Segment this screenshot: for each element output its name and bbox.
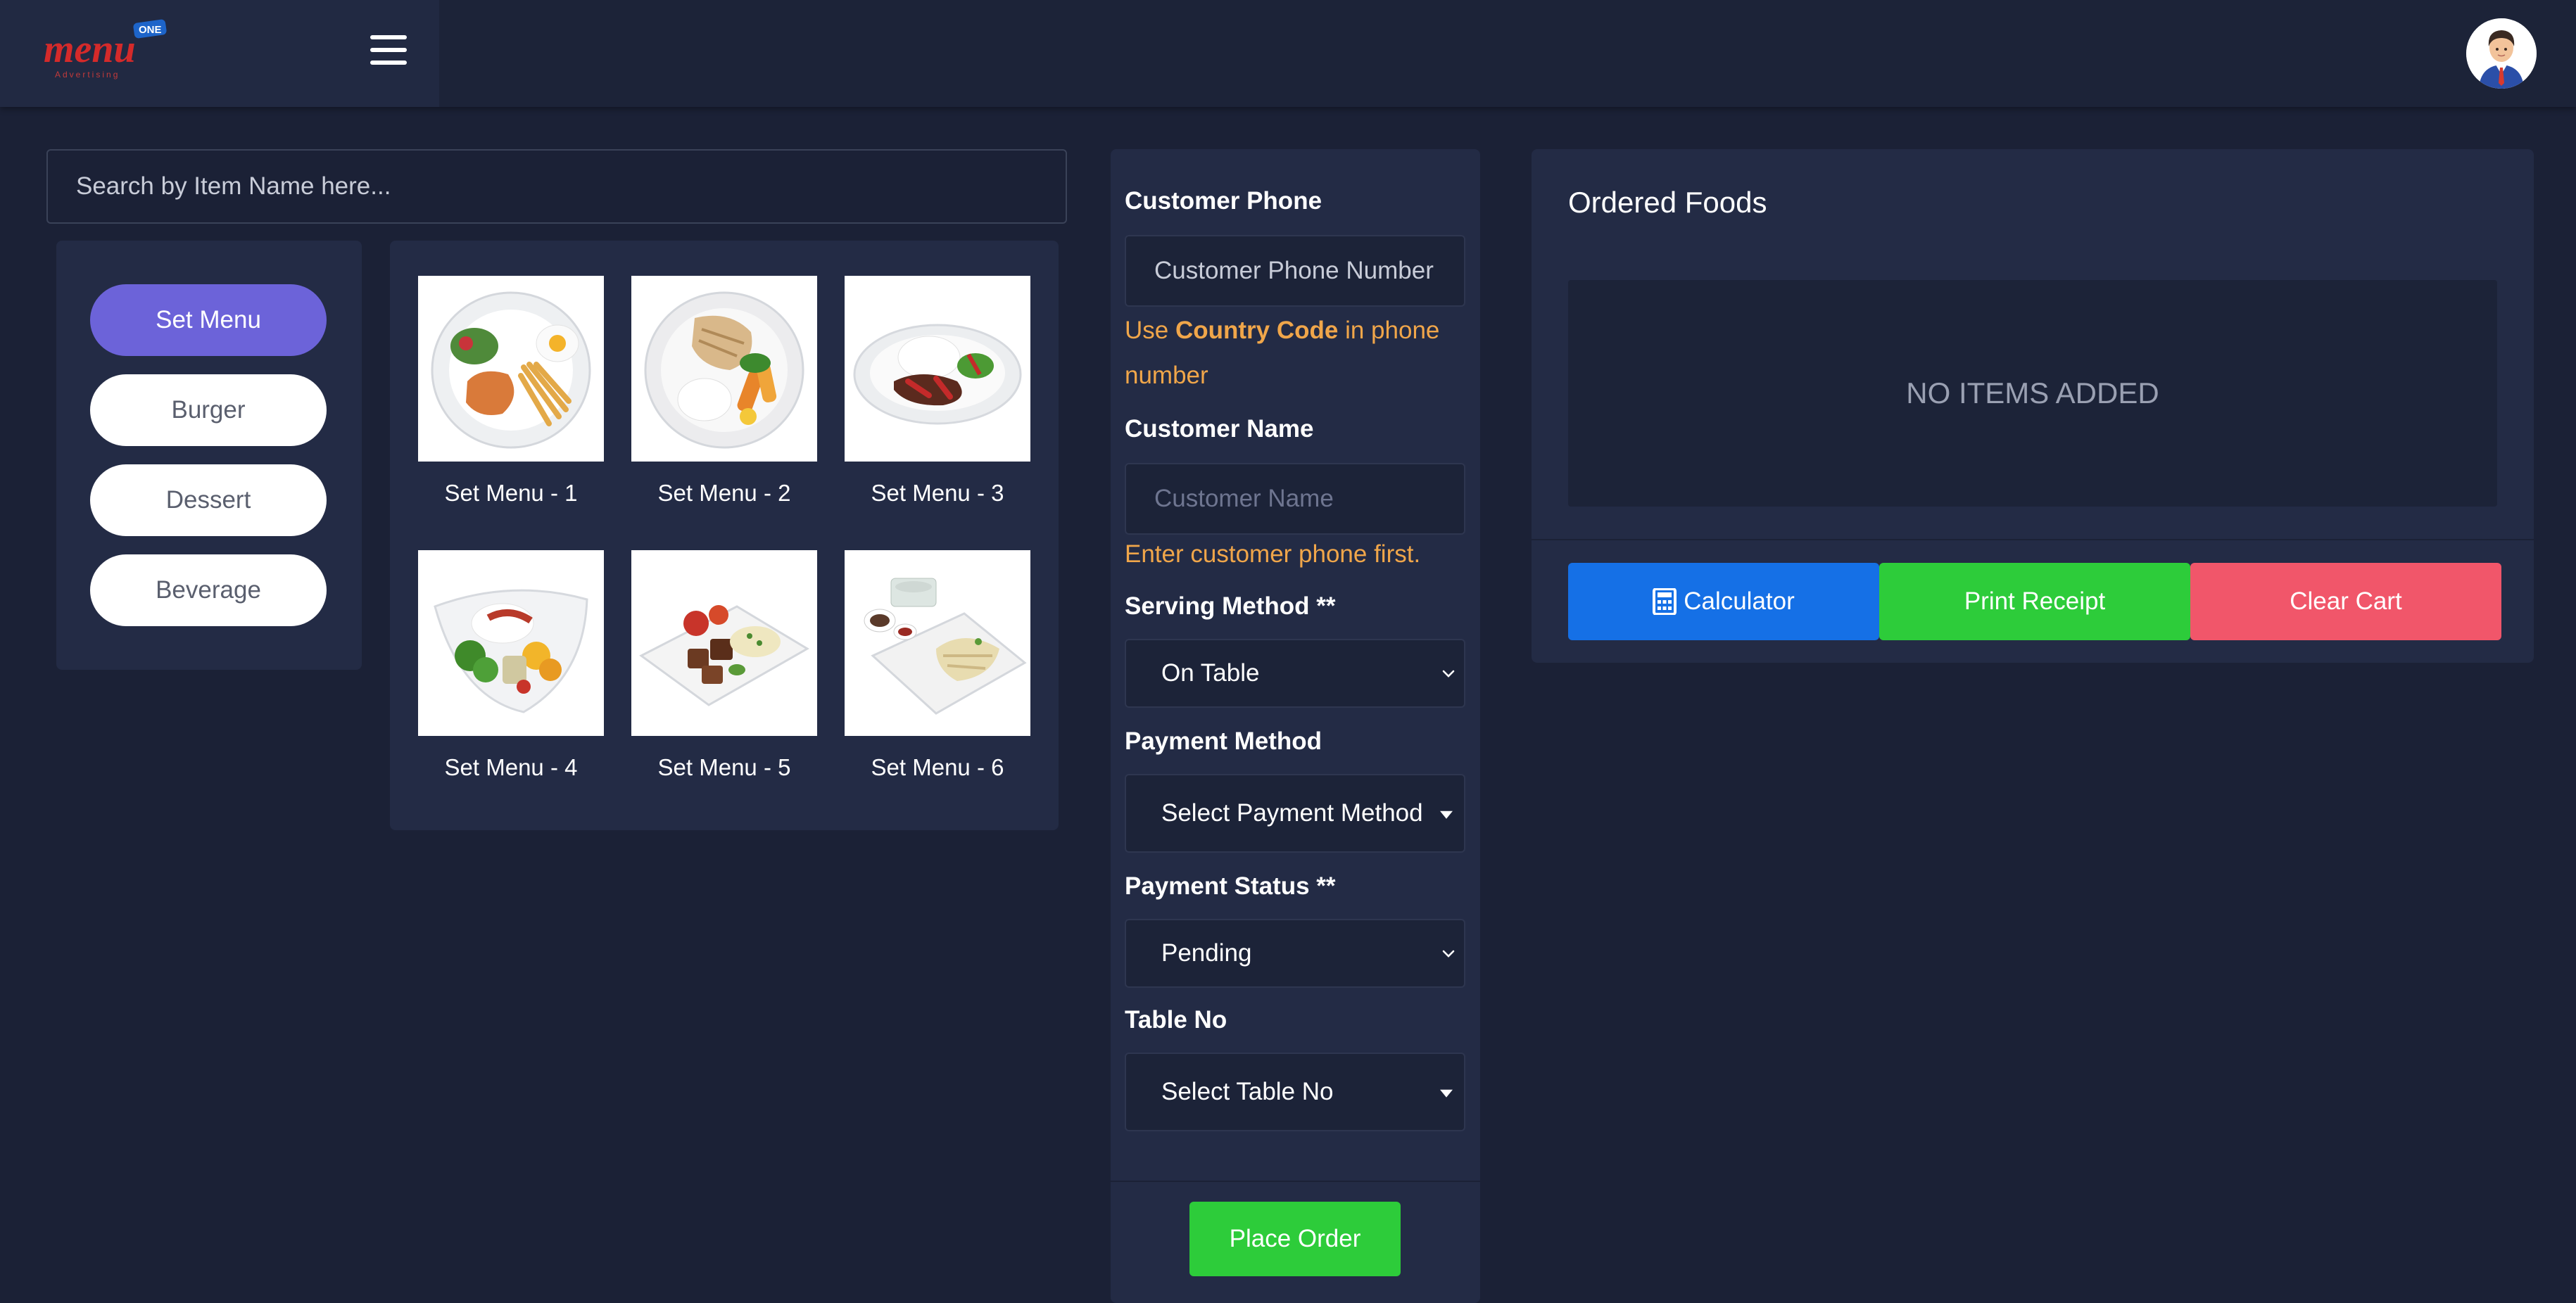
payment-method-label: Payment Method bbox=[1125, 727, 1322, 755]
ordered-foods-title: Ordered Foods bbox=[1568, 186, 1767, 219]
menu-items-panel: Set Menu - 1 Set Menu - 2 Set Menu - 3 S… bbox=[390, 241, 1059, 830]
calculator-label: Calculator bbox=[1684, 587, 1795, 615]
customer-name-input[interactable] bbox=[1125, 463, 1465, 535]
menu-item-card[interactable]: Set Menu - 6 bbox=[845, 550, 1030, 781]
customer-phone-label: Customer Phone bbox=[1125, 187, 1322, 215]
payment-method-value: Select Payment Method bbox=[1161, 799, 1423, 827]
menu-item-card[interactable]: Set Menu - 2 bbox=[631, 276, 817, 507]
category-panel: Set Menu Burger Dessert Beverage bbox=[56, 241, 362, 670]
chevron-down-icon bbox=[1442, 950, 1455, 958]
top-navbar: ONE menu Advertising bbox=[0, 0, 2576, 107]
payment-method-select[interactable]: Select Payment Method bbox=[1125, 774, 1465, 853]
clear-cart-button[interactable]: Clear Cart bbox=[2190, 563, 2501, 640]
serving-method-label: Serving Method ** bbox=[1125, 592, 1336, 620]
menu-item-card[interactable]: Set Menu - 4 bbox=[418, 550, 604, 781]
serving-method-select[interactable]: On Table bbox=[1125, 639, 1465, 708]
calculator-button[interactable]: Calculator bbox=[1568, 563, 1879, 640]
table-no-value: Select Table No bbox=[1161, 1078, 1334, 1105]
brand-logo[interactable]: ONE menu Advertising bbox=[41, 18, 182, 82]
brand-area: ONE menu Advertising bbox=[0, 0, 439, 107]
menu-item-image bbox=[845, 550, 1030, 736]
menu-item-image bbox=[631, 276, 817, 462]
place-order-button[interactable]: Place Order bbox=[1189, 1202, 1401, 1276]
svg-text:ONE: ONE bbox=[139, 24, 162, 36]
menu-item-label: Set Menu - 4 bbox=[444, 754, 578, 780]
item-search-input[interactable] bbox=[46, 149, 1067, 224]
category-burger-button[interactable]: Burger bbox=[90, 374, 327, 446]
category-beverage-button[interactable]: Beverage bbox=[90, 554, 327, 626]
category-dessert-button[interactable]: Dessert bbox=[90, 464, 327, 536]
customer-phone-input[interactable] bbox=[1125, 235, 1465, 307]
customer-name-label: Customer Name bbox=[1125, 415, 1314, 443]
menu-item-card[interactable]: Set Menu - 1 bbox=[418, 276, 604, 507]
svg-text:menu: menu bbox=[44, 27, 136, 71]
menu-toggle-icon[interactable] bbox=[370, 35, 407, 65]
table-no-select[interactable]: Select Table No bbox=[1125, 1053, 1465, 1131]
svg-text:Advertising: Advertising bbox=[55, 70, 120, 80]
user-avatar-icon bbox=[2466, 18, 2537, 89]
customer-order-form: Customer Phone Use Country Code in phone… bbox=[1111, 149, 1480, 1303]
menu-item-image bbox=[845, 276, 1030, 462]
cart-empty-state: NO ITEMS ADDED bbox=[1568, 280, 2497, 507]
payment-status-select[interactable]: Pending bbox=[1125, 919, 1465, 988]
menu-item-image bbox=[418, 550, 604, 736]
caret-down-icon bbox=[1440, 1089, 1453, 1098]
menu-item-label: Set Menu - 5 bbox=[657, 754, 791, 780]
menu-item-card[interactable]: Set Menu - 5 bbox=[631, 550, 817, 781]
chevron-down-icon bbox=[1442, 670, 1455, 678]
category-set-menu-button[interactable]: Set Menu bbox=[90, 284, 327, 356]
table-no-label: Table No bbox=[1125, 1006, 1227, 1034]
caret-down-icon bbox=[1440, 811, 1453, 819]
payment-status-value: Pending bbox=[1161, 939, 1252, 967]
menu-item-label: Set Menu - 1 bbox=[444, 480, 578, 506]
menu-item-label: Set Menu - 3 bbox=[871, 480, 1004, 506]
menu-item-card[interactable]: Set Menu - 3 bbox=[845, 276, 1030, 507]
menu-item-label: Set Menu - 2 bbox=[657, 480, 791, 506]
menu-item-image bbox=[418, 276, 604, 462]
user-avatar[interactable] bbox=[2466, 18, 2537, 89]
payment-status-label: Payment Status ** bbox=[1125, 872, 1336, 900]
menu-item-image bbox=[631, 550, 817, 736]
serving-method-value: On Table bbox=[1161, 659, 1260, 687]
menu-item-label: Set Menu - 6 bbox=[871, 754, 1004, 780]
ordered-foods-panel: Ordered Foods NO ITEMS ADDED Calculator … bbox=[1532, 149, 2534, 663]
print-receipt-button[interactable]: Print Receipt bbox=[1879, 563, 2190, 640]
calculator-icon bbox=[1653, 588, 1677, 615]
order-divider bbox=[1532, 539, 2534, 540]
phone-hint-text: Use Country Code in phone number bbox=[1125, 317, 1440, 389]
empty-cart-text: NO ITEMS ADDED bbox=[1906, 376, 2159, 409]
name-hint-text: Enter customer phone first. bbox=[1125, 540, 1421, 568]
form-divider bbox=[1111, 1181, 1480, 1182]
